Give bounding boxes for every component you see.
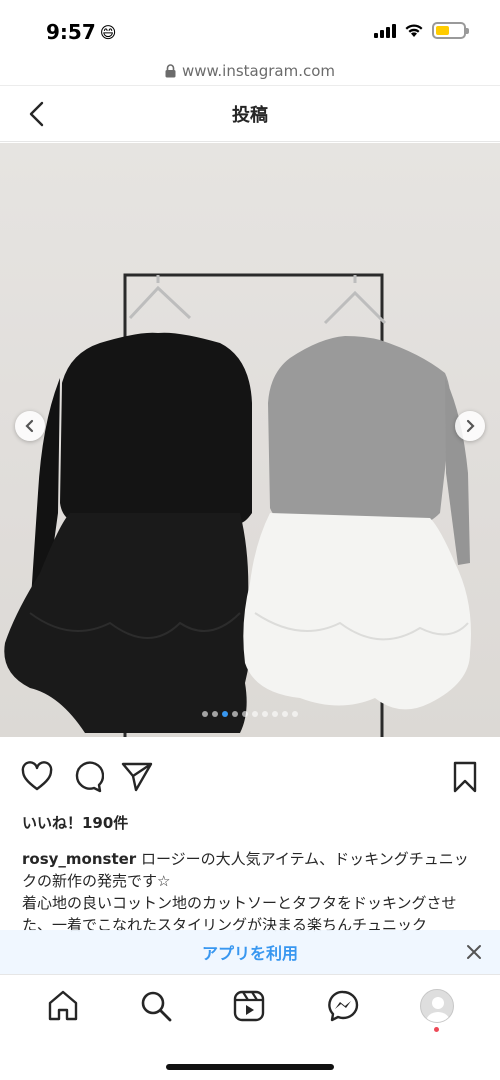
smiley-icon: 😄 bbox=[99, 22, 117, 42]
chevron-right-icon bbox=[466, 419, 475, 433]
avatar-icon bbox=[426, 997, 450, 1022]
status-time: 9:57 😄 bbox=[46, 20, 116, 44]
clock-text: 9:57 bbox=[46, 20, 96, 44]
comment-icon[interactable] bbox=[70, 760, 104, 794]
messenger-icon[interactable] bbox=[326, 989, 360, 1023]
profile-icon[interactable] bbox=[420, 989, 454, 1023]
reels-icon[interactable] bbox=[232, 989, 266, 1023]
home-indicator bbox=[166, 1064, 334, 1070]
paper-plane-icon[interactable] bbox=[120, 760, 154, 794]
post-photo[interactable] bbox=[0, 143, 500, 737]
lock-icon bbox=[165, 63, 176, 77]
wifi-icon bbox=[405, 24, 423, 37]
open-in-app-button[interactable]: アプリを利用 bbox=[202, 940, 298, 964]
carousel-dot bbox=[272, 711, 278, 717]
carousel-dot bbox=[202, 711, 208, 717]
post-caption: rosy_monster ロージーの大人気アイテム、ドッキングチュニックの新作の… bbox=[22, 848, 478, 936]
like-count[interactable]: いいね！190件 bbox=[22, 812, 128, 833]
bottom-navigation bbox=[0, 974, 500, 1040]
post-header: 投稿 bbox=[0, 86, 500, 142]
battery-icon bbox=[432, 22, 469, 39]
open-app-banner: アプリを利用 bbox=[0, 930, 500, 974]
browser-url-bar[interactable]: www.instagram.com bbox=[0, 56, 500, 86]
carousel-dot bbox=[252, 711, 258, 717]
caption-text-line2: 着心地の良いコットン地のカットソーとタフタをドッキングさせた、一着でこなれたスタ… bbox=[22, 894, 457, 934]
close-icon[interactable] bbox=[462, 940, 486, 964]
post-actions bbox=[0, 752, 500, 804]
page-title: 投稿 bbox=[232, 104, 268, 126]
carousel-prev-button[interactable] bbox=[15, 411, 45, 441]
carousel-dot bbox=[292, 711, 298, 717]
clothing-photo-image bbox=[4, 273, 471, 737]
status-indicators bbox=[374, 22, 469, 39]
carousel-next-button[interactable] bbox=[455, 411, 485, 441]
carousel-dot bbox=[212, 711, 218, 717]
notification-dot bbox=[434, 1027, 439, 1032]
cellular-signal-icon bbox=[374, 23, 396, 38]
url-text: www.instagram.com bbox=[181, 61, 336, 80]
carousel-dot bbox=[242, 711, 248, 717]
chevron-left-icon bbox=[25, 419, 34, 433]
carousel-dot bbox=[222, 711, 228, 717]
heart-icon[interactable] bbox=[20, 760, 54, 794]
battery-level bbox=[436, 26, 449, 35]
carousel-dots bbox=[0, 711, 500, 717]
caption-username[interactable]: rosy_monster bbox=[22, 850, 136, 868]
search-icon[interactable] bbox=[139, 989, 173, 1023]
carousel-dot bbox=[232, 711, 238, 717]
carousel-dot bbox=[282, 711, 288, 717]
carousel-dot bbox=[262, 711, 268, 717]
status-bar: 9:57 😄 bbox=[0, 0, 500, 56]
home-icon[interactable] bbox=[46, 989, 80, 1023]
back-chevron-icon[interactable] bbox=[24, 100, 50, 128]
bookmark-icon[interactable] bbox=[448, 760, 482, 794]
